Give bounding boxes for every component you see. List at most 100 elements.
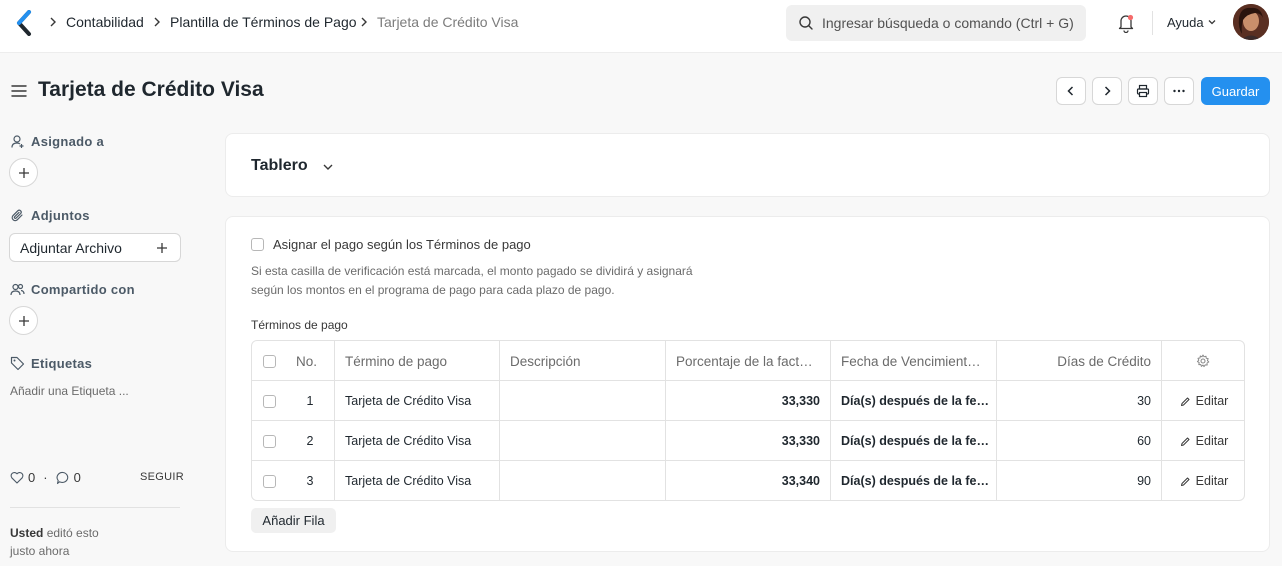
- navbar-divider: [1152, 11, 1153, 35]
- likes-count: 0: [28, 470, 36, 485]
- save-button[interactable]: Guardar: [1201, 77, 1270, 105]
- row-select-cell: [252, 381, 286, 421]
- search-bar[interactable]: Ingresar búsqueda o comando (Ctrl + G): [786, 5, 1086, 41]
- add-share-button[interactable]: [9, 306, 38, 335]
- app-logo-icon[interactable]: [14, 10, 34, 36]
- dashboard-toggle[interactable]: Tablero: [251, 157, 308, 175]
- add-row-button[interactable]: Añadir Fila: [251, 508, 336, 533]
- cell-credit-days[interactable]: 90: [997, 461, 1162, 500]
- row-select-cell: [252, 461, 286, 500]
- cell-payment-term[interactable]: Tarjeta de Crédito Visa: [335, 421, 500, 461]
- breadcrumb-chevron-icon: [154, 17, 160, 27]
- ellipsis-icon: [1173, 89, 1185, 93]
- description-line-2: según los montos en el programa de pago …: [251, 283, 615, 297]
- table-header-row: No. Término de pago Descripción Porcenta…: [252, 341, 1244, 381]
- paperclip-icon: [11, 209, 23, 222]
- printer-icon: [1136, 84, 1150, 98]
- chevron-down-icon[interactable]: [322, 162, 334, 172]
- table-row[interactable]: 3 Tarjeta de Crédito Visa 33,340 Día(s) …: [252, 461, 1244, 500]
- cell-payment-term[interactable]: Tarjeta de Crédito Visa: [335, 461, 500, 500]
- row-edit-cell: Editar: [1162, 421, 1244, 461]
- plus-icon: [157, 243, 167, 253]
- row-checkbox[interactable]: [262, 394, 276, 408]
- table-row[interactable]: 1 Tarjeta de Crédito Visa 33,330 Día(s) …: [252, 381, 1244, 421]
- description-line-1: Si esta casilla de verificación está mar…: [251, 264, 693, 278]
- chevron-down-icon[interactable]: [1207, 17, 1217, 27]
- user-avatar[interactable]: [1233, 4, 1269, 40]
- cell-due-date-based-on[interactable]: Día(s) después de la fe…: [831, 381, 997, 421]
- search-placeholder: Ingresar búsqueda o comando (Ctrl + G): [822, 15, 1074, 31]
- row-edit-cell: Editar: [1162, 461, 1244, 500]
- table-row[interactable]: 2 Tarjeta de Crédito Visa 33,330 Día(s) …: [252, 421, 1244, 461]
- cell-credit-days[interactable]: 30: [997, 381, 1162, 421]
- allocate-payment-checkbox[interactable]: [251, 238, 264, 251]
- breadcrumb-current[interactable]: Tarjeta de Crédito Visa: [377, 14, 518, 30]
- breadcrumb-contabilidad[interactable]: Contabilidad: [66, 14, 144, 30]
- cell-description[interactable]: [500, 381, 666, 421]
- follow-button[interactable]: SEGUIR: [140, 471, 184, 483]
- heart-icon[interactable]: [10, 471, 24, 484]
- separator-dot: ·: [43, 470, 48, 485]
- likes-comments: 0 · 0: [10, 470, 81, 485]
- print-button[interactable]: [1128, 77, 1158, 105]
- attach-file-button[interactable]: Adjuntar Archivo: [9, 233, 181, 262]
- users-icon: [10, 283, 25, 296]
- breadcrumb-payment-terms-template[interactable]: Plantilla de Términos de Pago: [170, 14, 357, 30]
- edited-by: Usted: [10, 526, 44, 540]
- help-menu[interactable]: Ayuda: [1167, 15, 1204, 30]
- next-record-button[interactable]: [1092, 77, 1122, 105]
- add-assignee-button[interactable]: [9, 158, 38, 187]
- dashboard-card: Tablero: [225, 133, 1270, 197]
- last-edited-info: Usted editó esto justo ahora: [10, 524, 99, 560]
- breadcrumb-chevron-icon: [50, 17, 56, 27]
- shared-with-label: Compartido con: [31, 282, 135, 297]
- plus-icon: [18, 315, 29, 326]
- cell-description[interactable]: [500, 461, 666, 500]
- sidebar-divider: [10, 507, 180, 508]
- edit-label: Editar: [1195, 474, 1229, 488]
- assigned-to-label: Asignado a: [31, 134, 105, 149]
- cell-credit-days[interactable]: 60: [997, 421, 1162, 461]
- add-tag-link[interactable]: Añadir una Etiqueta ...: [10, 384, 129, 398]
- cell-invoice-portion[interactable]: 33,340: [666, 461, 831, 500]
- row-checkbox[interactable]: [262, 434, 276, 448]
- notification-bell-icon[interactable]: [1117, 13, 1135, 33]
- cell-payment-term[interactable]: Tarjeta de Crédito Visa: [335, 381, 500, 421]
- row-checkbox[interactable]: [262, 474, 276, 488]
- comment-icon[interactable]: [56, 471, 70, 485]
- chevron-right-icon: [1104, 86, 1111, 96]
- row-number: 2: [286, 421, 335, 461]
- row-select-cell: [252, 421, 286, 461]
- page-title: Tarjeta de Crédito Visa: [38, 78, 264, 101]
- cell-invoice-portion[interactable]: 33,330: [666, 421, 831, 461]
- more-actions-button[interactable]: [1164, 77, 1194, 105]
- cell-invoice-portion[interactable]: 33,330: [666, 381, 831, 421]
- top-navbar: Contabilidad Plantilla de Términos de Pa…: [0, 0, 1282, 53]
- edit-row-button[interactable]: Editar: [1180, 434, 1228, 448]
- sidebar-toggle-icon[interactable]: [11, 84, 27, 98]
- column-header-due-date-based-on: Fecha de Vencimient…: [831, 341, 997, 381]
- edit-label: Editar: [1195, 394, 1229, 408]
- cell-due-date-based-on[interactable]: Día(s) después de la fe…: [831, 461, 997, 500]
- edit-row-button[interactable]: Editar: [1180, 394, 1229, 408]
- row-number: 1: [286, 381, 335, 421]
- row-number: 3: [286, 461, 335, 500]
- cell-description[interactable]: [500, 421, 666, 461]
- gear-icon[interactable]: [1196, 354, 1210, 368]
- edit-row-button[interactable]: Editar: [1180, 474, 1229, 488]
- cell-due-date-based-on[interactable]: Día(s) después de la fe…: [831, 421, 997, 461]
- form-card: Asignar el pago según los Términos de pa…: [225, 216, 1270, 552]
- select-all-cell: [252, 341, 286, 381]
- pencil-icon: [1180, 437, 1190, 446]
- edited-when: justo ahora: [10, 544, 70, 558]
- pencil-icon: [1180, 397, 1190, 406]
- plus-icon: [18, 167, 29, 178]
- assigned-to-section: Asignado a: [10, 134, 104, 149]
- previous-record-button[interactable]: [1056, 77, 1086, 105]
- tag-icon: [10, 356, 25, 371]
- row-edit-cell: Editar: [1162, 381, 1244, 421]
- select-all-checkbox[interactable]: [262, 354, 276, 368]
- attachments-section: Adjuntos: [10, 208, 90, 223]
- allocate-payment-field: Asignar el pago según los Términos de pa…: [251, 237, 531, 252]
- attachments-label: Adjuntos: [31, 208, 90, 223]
